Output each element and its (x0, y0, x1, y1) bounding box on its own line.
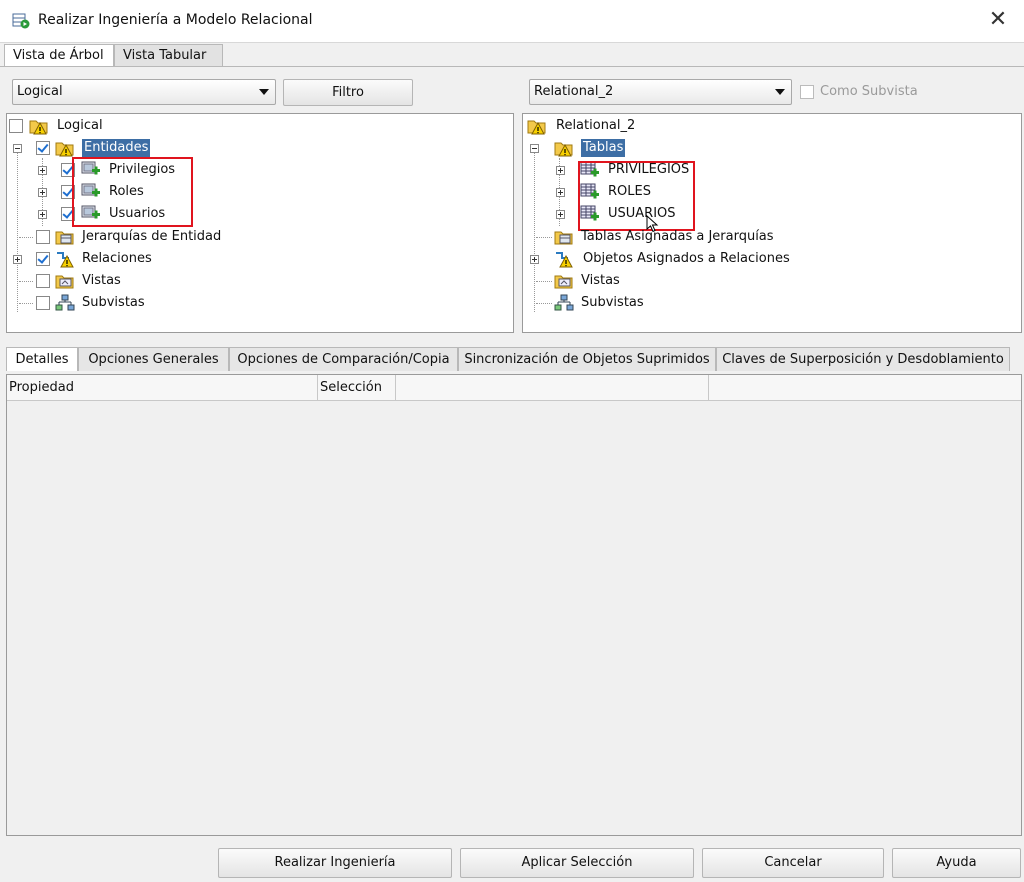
relational-tree-panel: Relational_2 Tablas PRIVILEGIOS ROLES US… (522, 113, 1022, 333)
tab-vista-arbol[interactable]: Vista de Árbol (4, 44, 114, 66)
logical-model-value: Logical (17, 84, 63, 99)
realizar-ingenieria-button[interactable]: Realizar Ingeniería (218, 848, 452, 878)
aplicar-seleccion-button[interactable]: Aplicar Selección (460, 848, 694, 878)
subvistas-checkbox[interactable] (36, 296, 50, 310)
jerarquias-checkbox[interactable] (36, 230, 50, 244)
expand-icon[interactable] (556, 188, 565, 197)
logical-tree-panel: Logical Entidades Privilegios Roles Usua… (6, 113, 514, 333)
tree-label-logical: Logical (57, 118, 103, 133)
tree-node-tablas-asignadas[interactable]: Tablas Asignadas a Jerarquías (523, 226, 1013, 248)
views-folder-icon (554, 275, 573, 289)
aplicar-seleccion-label: Aplicar Selección (521, 855, 633, 870)
close-icon[interactable]: ✕ (986, 8, 1010, 32)
filter-button[interactable]: Filtro (283, 79, 413, 106)
expand-icon[interactable] (38, 188, 47, 197)
tab-claves-superposicion[interactable]: Claves de Superposición y Desdoblamiento (716, 347, 1010, 371)
expand-icon[interactable] (556, 210, 565, 219)
tab-opciones-generales[interactable]: Opciones Generales (78, 347, 229, 371)
tree-label-vistas: Vistas (82, 273, 121, 288)
tree-node-entidades[interactable]: Entidades (7, 137, 507, 159)
relaciones-checkbox[interactable] (36, 252, 50, 266)
tab-vista-tabular[interactable]: Vista Tabular (114, 44, 223, 66)
tree-label-relational-root: Relational_2 (556, 118, 636, 133)
tree-label-jerarquias: Jerarquías de Entidad (82, 229, 222, 244)
tree-node-relational-root[interactable]: Relational_2 (523, 115, 1013, 137)
window-title: Realizar Ingeniería a Modelo Relacional (38, 12, 313, 28)
tree-node-subvistas-rel[interactable]: Subvistas (523, 292, 1013, 314)
highlight-box (578, 161, 695, 231)
expand-icon[interactable] (556, 166, 565, 175)
tree-node-jerarquias[interactable]: Jerarquías de Entidad (7, 226, 507, 248)
column-header-seleccion[interactable]: Selección (318, 375, 396, 401)
tree-node-vistas[interactable]: Vistas (7, 270, 507, 292)
column-header-empty (709, 375, 1021, 401)
tab-sincronizacion[interactable]: Sincronización de Objetos Suprimidos (458, 347, 716, 371)
views-folder-icon (55, 275, 74, 289)
expand-icon[interactable] (530, 255, 539, 264)
hierarchy-folder-icon (55, 231, 74, 245)
tree-node-relaciones[interactable]: Relaciones (7, 248, 507, 270)
relational-model-select[interactable]: Relational_2 (529, 79, 792, 105)
chevron-down-icon (775, 89, 785, 95)
tree-label-subvistas: Subvistas (82, 295, 145, 310)
tree-node-vistas-rel[interactable]: Vistas (523, 270, 1013, 292)
realizar-ingenieria-label: Realizar Ingeniería (274, 855, 396, 870)
help-label: Ayuda (936, 855, 977, 870)
relation-warning-icon (556, 252, 573, 268)
collapse-icon[interactable] (13, 144, 22, 153)
folder-warning-icon (527, 120, 546, 135)
relation-warning-icon (57, 252, 74, 268)
chevron-down-icon (259, 89, 269, 95)
hierarchy-folder-icon (554, 231, 573, 245)
logical-checkbox[interactable] (9, 119, 23, 133)
tree-label-objetos-asignados: Objetos Asignados a Relaciones (583, 251, 790, 266)
filter-button-label: Filtro (332, 85, 364, 100)
cancel-button[interactable]: Cancelar (702, 848, 884, 878)
highlight-box (72, 157, 193, 227)
tree-node-logical[interactable]: Logical (7, 115, 507, 137)
tree-label-tablas: Tablas (581, 139, 626, 157)
como-subvista-label: Como Subvista (820, 84, 918, 99)
tab-detalles[interactable]: Detalles (6, 347, 78, 371)
collapse-icon[interactable] (530, 144, 539, 153)
title-bar: Realizar Ingeniería a Modelo Relacional … (0, 0, 1024, 43)
expand-icon[interactable] (13, 255, 22, 264)
tree-node-tablas[interactable]: Tablas (523, 137, 1013, 159)
folder-warning-icon (29, 120, 48, 135)
vistas-checkbox[interactable] (36, 274, 50, 288)
tree-node-subvistas[interactable]: Subvistas (7, 292, 507, 314)
entidades-checkbox[interactable] (36, 141, 50, 155)
subviews-icon (55, 294, 75, 311)
tree-label-entidades: Entidades (82, 139, 151, 157)
column-header-empty (396, 375, 709, 401)
engineer-app-icon (12, 13, 30, 29)
help-button[interactable]: Ayuda (892, 848, 1021, 878)
tree-label-subvistas-rel: Subvistas (581, 295, 644, 310)
folder-warning-icon (554, 142, 573, 157)
como-subvista-checkbox[interactable] (800, 85, 814, 99)
tree-node-objetos-asignados[interactable]: Objetos Asignados a Relaciones (523, 248, 1013, 270)
properties-grid: Propiedad Selección (6, 374, 1022, 836)
column-header-propiedad[interactable]: Propiedad (7, 375, 318, 401)
tree-label-tablas-asignadas: Tablas Asignadas a Jerarquías (581, 229, 774, 244)
tree-label-vistas-rel: Vistas (581, 273, 620, 288)
expand-icon[interactable] (38, 210, 47, 219)
subviews-icon (554, 294, 574, 311)
tab-divider (0, 66, 1024, 67)
tree-label-relaciones: Relaciones (82, 251, 152, 266)
expand-icon[interactable] (38, 166, 47, 175)
cancel-label: Cancelar (764, 855, 822, 870)
relational-model-value: Relational_2 (534, 84, 614, 99)
tab-opciones-comparacion[interactable]: Opciones de Comparación/Copia (229, 347, 458, 371)
folder-warning-icon (55, 142, 74, 157)
logical-model-select[interactable]: Logical (12, 79, 276, 105)
